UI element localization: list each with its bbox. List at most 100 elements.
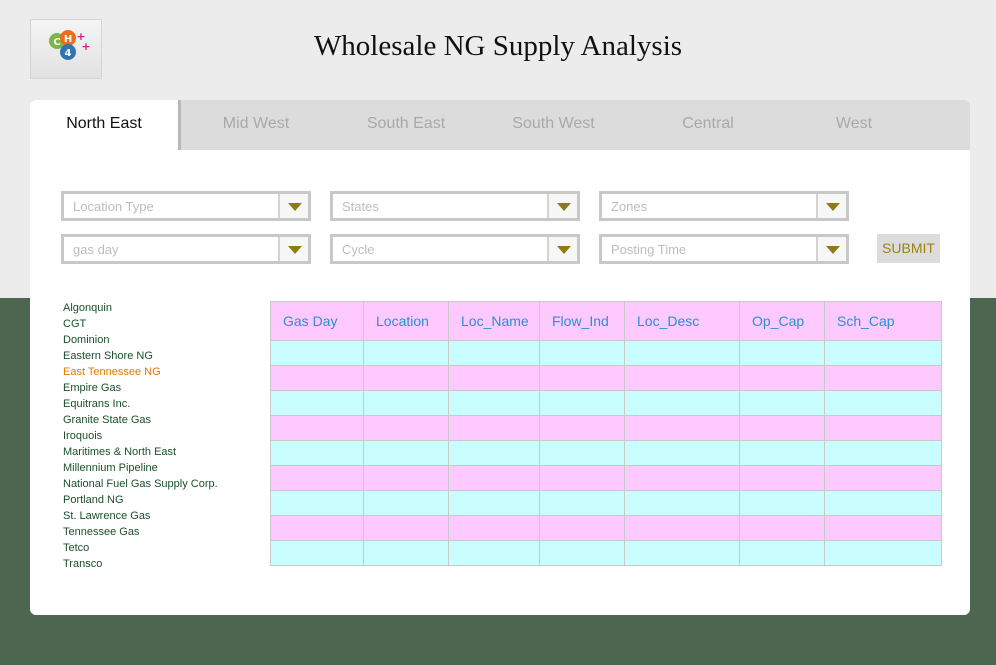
table-cell xyxy=(739,390,825,416)
triangle-down-icon xyxy=(288,203,302,211)
table-cell xyxy=(539,540,625,566)
location-type-select[interactable]: Location Type xyxy=(61,191,311,221)
zones-select[interactable]: Zones xyxy=(599,191,849,221)
pipeline-item[interactable]: Equitrans Inc. xyxy=(63,396,218,412)
gas-day-select[interactable]: gas day xyxy=(61,234,311,264)
pipeline-item[interactable]: Dominion xyxy=(63,332,218,348)
table-row xyxy=(270,515,942,541)
table-cell xyxy=(824,415,942,441)
table-cell xyxy=(539,365,625,391)
table-cell xyxy=(624,415,740,441)
page-title: Wholesale NG Supply Analysis xyxy=(313,30,683,62)
pipeline-item[interactable]: St. Lawrence Gas xyxy=(63,508,218,524)
tab-central[interactable]: Central xyxy=(626,100,790,150)
table-cell xyxy=(363,340,449,366)
cycle-select[interactable]: Cycle xyxy=(330,234,580,264)
table-cell xyxy=(448,340,540,366)
triangle-down-icon xyxy=(557,246,571,254)
table-row xyxy=(270,440,942,466)
column-header-op-cap[interactable]: Op_Cap xyxy=(739,301,825,341)
pipeline-item[interactable]: Eastern Shore NG xyxy=(63,348,218,364)
triangle-down-icon xyxy=(288,246,302,254)
tab-south-east[interactable]: South East xyxy=(331,100,481,150)
table-cell xyxy=(539,415,625,441)
tab-south-west[interactable]: South West xyxy=(481,100,626,150)
table-cell xyxy=(270,490,364,516)
table-cell xyxy=(824,440,942,466)
table-cell xyxy=(624,390,740,416)
table-body xyxy=(270,340,942,566)
table-cell xyxy=(624,440,740,466)
table-cell xyxy=(739,340,825,366)
posting-time-select[interactable]: Posting Time xyxy=(599,234,849,264)
table-row xyxy=(270,465,942,491)
table-cell xyxy=(739,415,825,441)
gas-day-dropdown-button[interactable] xyxy=(278,237,308,261)
column-header-loc-desc[interactable]: Loc_Desc xyxy=(624,301,740,341)
table-cell xyxy=(448,390,540,416)
table-cell xyxy=(739,365,825,391)
pipeline-list: Algonquin CGT Dominion Eastern Shore NG … xyxy=(63,300,218,572)
pipeline-item[interactable]: Algonquin xyxy=(63,300,218,316)
table-cell xyxy=(448,490,540,516)
table-row xyxy=(270,540,942,566)
table-cell xyxy=(739,490,825,516)
table-cell xyxy=(624,490,740,516)
table-cell xyxy=(270,440,364,466)
pipeline-item[interactable]: Millennium Pipeline xyxy=(63,460,218,476)
triangle-down-icon xyxy=(826,203,840,211)
table-cell xyxy=(270,390,364,416)
table-cell xyxy=(363,515,449,541)
pipeline-item[interactable]: Maritimes & North East xyxy=(63,444,218,460)
zones-dropdown-button[interactable] xyxy=(816,194,846,218)
table-cell xyxy=(539,490,625,516)
zones-value: Zones xyxy=(611,199,648,214)
posting-time-dropdown-button[interactable] xyxy=(816,237,846,261)
pipeline-item[interactable]: Iroquois xyxy=(63,428,218,444)
table-cell xyxy=(448,365,540,391)
states-select[interactable]: States xyxy=(330,191,580,221)
pipeline-item[interactable]: Granite State Gas xyxy=(63,412,218,428)
pipeline-item-selected[interactable]: East Tennessee NG xyxy=(63,364,218,380)
table-cell xyxy=(363,465,449,491)
pipeline-item[interactable]: Transco xyxy=(63,556,218,572)
submit-button[interactable]: SUBMIT xyxy=(877,234,940,263)
location-type-dropdown-button[interactable] xyxy=(278,194,308,218)
table-cell xyxy=(448,540,540,566)
states-dropdown-button[interactable] xyxy=(547,194,577,218)
pipeline-item[interactable]: CGT xyxy=(63,316,218,332)
table-cell xyxy=(739,540,825,566)
table-cell xyxy=(539,340,625,366)
tab-west[interactable]: West xyxy=(790,100,918,150)
gas-day-value: gas day xyxy=(73,242,119,257)
table-cell xyxy=(539,515,625,541)
table-cell xyxy=(363,390,449,416)
table-cell xyxy=(270,415,364,441)
column-header-flow-ind[interactable]: Flow_Ind xyxy=(539,301,625,341)
column-header-location[interactable]: Location xyxy=(363,301,449,341)
pipeline-item[interactable]: Tennessee Gas xyxy=(63,524,218,540)
pipeline-item[interactable]: Portland NG xyxy=(63,492,218,508)
table-row xyxy=(270,365,942,391)
pipeline-item[interactable]: Tetco xyxy=(63,540,218,556)
pipeline-item[interactable]: National Fuel Gas Supply Corp. xyxy=(63,476,218,492)
table-cell xyxy=(363,365,449,391)
tab-north-east[interactable]: North East xyxy=(30,100,181,150)
table-cell xyxy=(363,540,449,566)
column-header-gas-day[interactable]: Gas Day xyxy=(270,301,364,341)
pipeline-item[interactable]: Empire Gas xyxy=(63,380,218,396)
table-cell xyxy=(739,465,825,491)
table-row xyxy=(270,415,942,441)
cycle-dropdown-button[interactable] xyxy=(547,237,577,261)
column-header-loc-name[interactable]: Loc_Name xyxy=(448,301,540,341)
region-tabs: North East Mid West South East South Wes… xyxy=(30,100,970,150)
main-panel: North East Mid West South East South Wes… xyxy=(30,100,970,615)
table-cell xyxy=(539,465,625,491)
table-cell xyxy=(624,340,740,366)
table-cell xyxy=(624,540,740,566)
column-header-sch-cap[interactable]: Sch_Cap xyxy=(824,301,942,341)
table-row xyxy=(270,490,942,516)
table-cell xyxy=(624,515,740,541)
table-cell xyxy=(448,440,540,466)
tab-mid-west[interactable]: Mid West xyxy=(181,100,331,150)
